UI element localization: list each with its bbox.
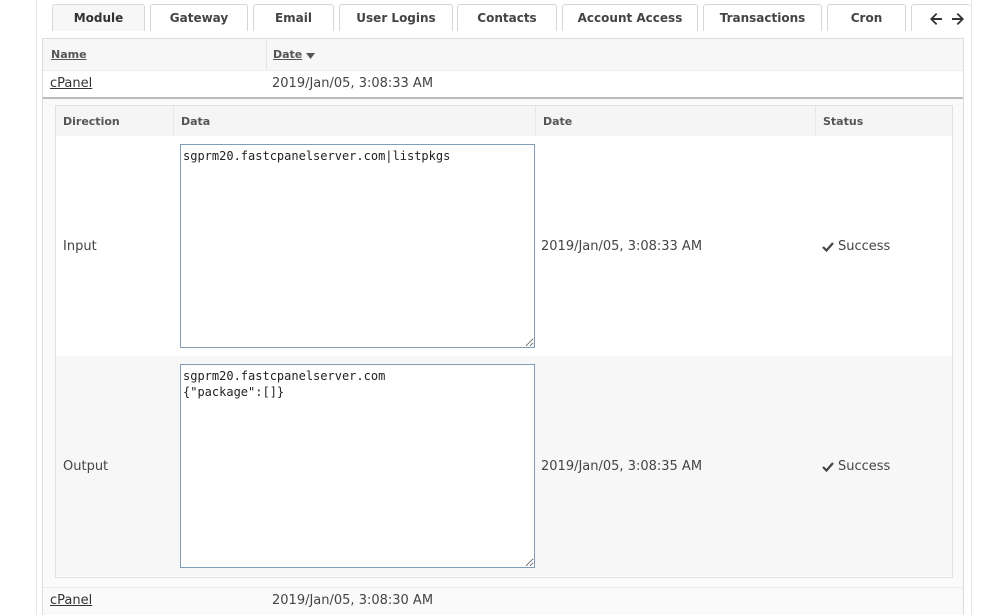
column-header-name[interactable]: Name — [51, 48, 87, 61]
row-date: 2019/Jan/05, 3:08:30 AM — [272, 593, 434, 608]
request-detail-table: Direction Data Date Status Input sgprm20… — [55, 105, 953, 578]
module-log-table: Name Date cPanel 2019/Jan/05, 3:08:33 AM… — [42, 38, 964, 615]
tab-prev-button[interactable] — [927, 10, 945, 28]
arrow-left-icon — [930, 13, 942, 25]
detail-row-output: Output sgprm20.fastcpanelserver.com {"pa… — [56, 356, 952, 576]
tab-gateway[interactable]: Gateway — [150, 4, 248, 31]
tab-user-logins[interactable]: User Logins — [339, 4, 453, 31]
module-name-link[interactable]: cPanel — [50, 593, 92, 608]
status-badge: Success — [822, 239, 890, 254]
checkmark-icon — [822, 242, 834, 252]
arrow-right-icon — [952, 13, 964, 25]
tab-module[interactable]: Module — [52, 4, 145, 31]
tab-account-access[interactable]: Account Access — [562, 4, 698, 31]
checkmark-icon — [822, 462, 834, 472]
status-text: Success — [838, 239, 891, 254]
detail-header: Direction Data Date Status — [56, 106, 952, 137]
table-header: Name Date — [43, 39, 963, 71]
detail-header-status: Status — [823, 114, 864, 128]
status-text: Success — [838, 459, 891, 474]
detail-header-data: Data — [174, 106, 536, 136]
detail-row-input: Input sgprm20.fastcpanelserver.com|listp… — [56, 136, 952, 356]
detail-header-direction: Direction — [56, 106, 174, 136]
direction-label: Input — [63, 239, 97, 254]
direction-label: Output — [63, 459, 109, 474]
tab-next-button[interactable] — [949, 10, 967, 28]
detail-date: 2019/Jan/05, 3:08:35 AM — [541, 459, 703, 474]
module-name-link[interactable]: cPanel — [50, 76, 92, 91]
input-data-textarea[interactable]: sgprm20.fastcpanelserver.com|listpkgs — [180, 144, 535, 348]
column-header-date-label: Date — [273, 48, 303, 61]
caret-down-icon — [306, 53, 316, 59]
tab-bar: Module Gateway Email User Logins Contact… — [0, 4, 971, 32]
tab-cron[interactable]: Cron — [827, 4, 906, 31]
detail-header-date: Date — [536, 106, 816, 136]
row-date: 2019/Jan/05, 3:08:33 AM — [272, 76, 434, 91]
detail-date: 2019/Jan/05, 3:08:33 AM — [541, 239, 703, 254]
column-header-date[interactable]: Date — [273, 48, 316, 61]
table-row[interactable]: cPanel 2019/Jan/05, 3:08:30 AM — [43, 587, 963, 614]
tab-email[interactable]: Email — [253, 4, 334, 31]
tab-transactions[interactable]: Transactions — [703, 4, 822, 31]
output-data-textarea[interactable]: sgprm20.fastcpanelserver.com {"package":… — [180, 364, 535, 568]
table-row[interactable]: cPanel 2019/Jan/05, 3:08:33 AM — [43, 70, 963, 99]
tab-contacts[interactable]: Contacts — [457, 4, 557, 31]
status-badge: Success — [822, 459, 890, 474]
